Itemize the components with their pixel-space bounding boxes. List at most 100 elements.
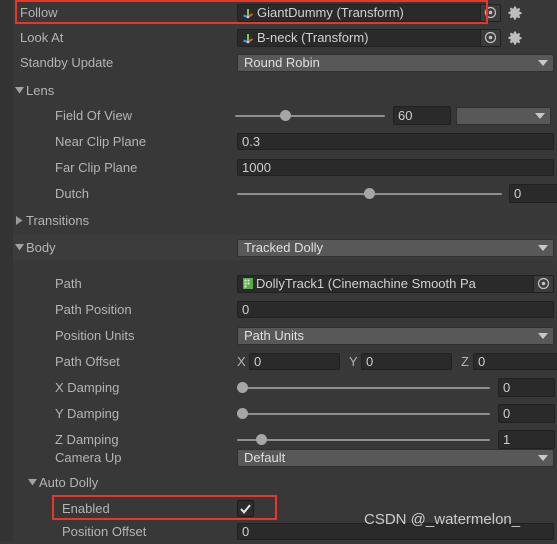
property-row-position-units: Position Units Path Units [13,323,557,348]
standby-update-dropdown[interactable]: Round Robin [237,53,554,72]
x-damping-input[interactable]: 0 [498,378,555,397]
watermark-text: CSDN @_watermelon_ [364,511,521,528]
chevron-down-icon [538,59,548,66]
path-label: Path [55,276,82,291]
checkmark-icon [240,504,251,514]
follow-label: Follow [20,5,58,20]
path-offset-x-value: 0 [254,354,262,369]
dutch-input[interactable]: 0 [509,184,557,203]
path-object-value: DollyTrack1 (Cinemachine Smooth Pa [256,276,476,291]
position-units-label: Position Units [55,328,135,343]
path-offset-y-value: 0 [366,354,374,369]
enabled-label: Enabled [62,501,110,516]
chevron-down-icon [538,244,548,251]
body-dropdown[interactable]: Tracked Dolly [237,238,554,257]
path-offset-z-group: Z 0 [461,353,557,370]
x-damping-label: X Damping [55,380,120,395]
x-damping-value: 0 [503,380,511,395]
look-at-object-field[interactable]: B-neck (Transform) [237,28,501,47]
path-offset-z-input[interactable]: 0 [473,353,557,370]
transform-axis-icon [243,8,254,18]
chevron-down-icon [538,454,548,461]
follow-object-value: GiantDummy (Transform) [257,5,404,20]
object-picker-icon[interactable] [480,4,500,21]
look-at-label: Look At [20,30,64,45]
property-row-camera-up: Camera Up Default [13,445,557,470]
standby-update-value: Round Robin [244,54,320,70]
slider-knob[interactable] [364,188,375,199]
property-row-y-damping: Y Damping 0 [13,401,557,426]
foldout-auto-dolly[interactable]: Auto Dolly [26,470,557,495]
path-offset-x-input[interactable]: 0 [249,353,340,370]
path-position-input[interactable]: 0 [237,301,554,318]
body-label: Body [26,240,56,255]
x-damping-slider[interactable] [237,379,490,396]
look-at-gear-icon[interactable] [506,28,523,48]
object-picker-icon[interactable] [480,29,500,46]
foldout-transitions[interactable]: Transitions [13,208,557,233]
position-units-dropdown[interactable]: Path Units [237,326,554,345]
path-offset-z-value: 0 [478,354,486,369]
field-of-view-input[interactable]: 60 [393,106,451,125]
path-position-label: Path Position [55,302,132,317]
y-damping-label: Y Damping [55,406,120,421]
foldout-body[interactable]: Body Tracked Dolly [13,235,557,260]
y-damping-value: 0 [503,406,511,421]
dutch-slider[interactable] [237,185,502,202]
path-object-field[interactable]: DollyTrack1 (Cinemachine Smooth Pa [237,274,554,293]
chevron-down-icon[interactable] [26,470,39,495]
chevron-down-icon [535,112,545,119]
slider-track [235,115,385,117]
foldout-lens[interactable]: Lens [13,78,557,103]
property-row-standby-update: Standby Update Round Robin [13,50,557,75]
property-row-path-position: Path Position 0 [13,297,557,322]
camera-up-dropdown[interactable]: Default [237,448,554,467]
field-of-view-slider[interactable] [235,107,385,124]
chevron-down-icon[interactable] [13,78,26,103]
slider-knob[interactable] [237,408,248,419]
camera-up-label: Camera Up [55,450,122,465]
slider-track [237,387,490,389]
position-offset-value: 0 [242,523,250,539]
property-row-path-offset: Path Offset X 0 Y 0 Z 0 [13,349,557,374]
far-clip-plane-input[interactable]: 1000 [237,159,554,176]
path-offset-x-group: X 0 [237,353,340,370]
property-row-dutch: Dutch 0 [13,181,557,206]
position-units-value: Path Units [244,327,304,343]
property-row-follow: Follow GiantDummy (Transform) [13,0,557,25]
slider-knob[interactable] [256,434,267,445]
near-clip-plane-label: Near Clip Plane [55,134,147,149]
slider-track [237,439,490,441]
dutch-value: 0 [514,186,522,201]
path-offset-y-input[interactable]: 0 [361,353,452,370]
path-offset-label: Path Offset [55,354,120,369]
camera-up-value: Default [244,449,286,465]
slider-knob[interactable] [237,382,248,393]
far-clip-plane-value: 1000 [242,160,271,175]
property-row-path: Path DollyTrack1 (Cinemachine Smooth Pa [13,271,557,296]
lens-label: Lens [26,83,55,98]
enabled-checkbox[interactable] [237,500,254,517]
position-offset-label: Position Offset [62,523,147,539]
near-clip-plane-value: 0.3 [242,134,261,149]
y-damping-slider[interactable] [237,405,490,422]
follow-object-field[interactable]: GiantDummy (Transform) [237,3,501,22]
chevron-down-icon[interactable] [13,235,26,260]
property-row-near-clip-plane: Near Clip Plane 0.3 [13,129,557,154]
near-clip-plane-input[interactable]: 0.3 [237,133,554,150]
dutch-label: Dutch [55,186,89,201]
follow-gear-icon[interactable] [506,3,523,23]
field-of-view-mode-dropdown[interactable] [456,106,551,125]
chevron-right-icon[interactable] [13,208,26,233]
y-damping-input[interactable]: 0 [498,404,555,423]
transitions-label: Transitions [26,213,90,228]
property-row-x-damping: X Damping 0 [13,375,557,400]
auto-dolly-label: Auto Dolly [39,475,99,490]
left-gutter [0,0,13,541]
object-picker-icon[interactable] [533,275,553,292]
field-of-view-label: Field Of View [55,108,133,123]
property-row-look-at: Look At B-neck (Transform) [13,25,557,50]
transform-axis-icon [243,33,254,43]
slider-knob[interactable] [280,110,291,121]
path-offset-z-label: Z [461,354,469,369]
